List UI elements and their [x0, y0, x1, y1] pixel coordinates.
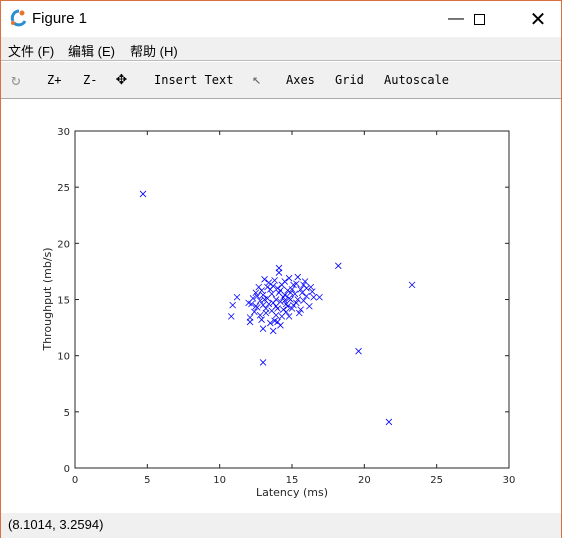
data-point-marker	[307, 283, 315, 291]
data-point-marker	[316, 293, 323, 301]
y-tick-label: 20	[57, 239, 70, 250]
data-point-marker	[258, 316, 265, 324]
axes-button[interactable]: Axes	[286, 73, 315, 87]
autoscale-button[interactable]: Autoscale	[384, 73, 449, 87]
maximize-button[interactable]	[456, 1, 502, 37]
octave-logo-icon	[10, 9, 27, 27]
status-bar: (8.1014, 3.2594)	[1, 513, 561, 538]
data-point-marker	[264, 283, 271, 291]
x-tick-label: 20	[358, 475, 371, 486]
data-point-marker	[275, 264, 283, 272]
data-point-marker	[258, 287, 265, 294]
data-point-marker	[278, 281, 286, 289]
cursor-coordinates: (8.1014, 3.2594)	[8, 517, 104, 532]
data-point-marker	[385, 418, 393, 426]
menu-file[interactable]: 文件 (F)	[8, 41, 54, 60]
data-point-marker	[294, 273, 302, 281]
menu-edit[interactable]: 编辑 (E)	[68, 41, 115, 60]
scatter-chart: 0 5 10 15 20 25 30 0 5 10 15 20 25 30 Latency (ms) Th…	[41, 127, 516, 499]
data-point-marker	[275, 289, 283, 297]
zoom-out-button[interactable]: Z-	[83, 73, 97, 87]
x-tick-label: 25	[430, 475, 443, 486]
data-point-marker	[265, 279, 273, 286]
data-point-marker	[139, 190, 147, 198]
grid-button[interactable]: Grid	[335, 73, 364, 87]
figure-window: Figure 1 — ✕ 文件 (F) 编辑 (E) 帮助 (H) ↻ Z+ Z…	[0, 0, 562, 538]
pan-icon[interactable]: ✥	[116, 68, 127, 89]
data-point-marker	[256, 311, 264, 319]
data-point-marker	[267, 286, 274, 293]
window-title: Figure 1	[32, 10, 88, 27]
y-tick-label: 15	[57, 296, 70, 307]
x-tick-label: 30	[503, 475, 516, 486]
toolbar: ↻ Z+ Z- ✥ Insert Text ↖ Axes Grid Autosc…	[1, 62, 561, 99]
y-axis-label: Throughput (mb/s)	[41, 247, 54, 351]
data-point-marker	[306, 302, 313, 310]
data-point-marker	[259, 325, 267, 332]
menu-help[interactable]: 帮助 (H)	[130, 41, 178, 60]
data-point-marker	[246, 314, 254, 321]
menu-bar: 文件 (F) 编辑 (E) 帮助 (H)	[1, 37, 561, 61]
data-point-marker	[227, 313, 235, 320]
y-tick-label: 25	[57, 183, 70, 194]
x-tick-label: 5	[144, 475, 150, 486]
data-point-marker	[310, 293, 317, 301]
data-point-marker	[285, 274, 293, 282]
data-point-marker	[233, 293, 241, 301]
data-point-marker	[268, 290, 276, 298]
data-point-marker	[261, 275, 268, 283]
data-point-marker	[229, 301, 236, 309]
data-point-marker	[272, 302, 280, 310]
data-point-marker	[272, 311, 280, 319]
close-button[interactable]: ✕	[515, 1, 561, 37]
data-point-marker	[335, 262, 342, 270]
data-point-marker	[269, 327, 277, 335]
data-point-marker	[259, 359, 267, 366]
data-point-marker	[277, 322, 284, 329]
rotate-icon[interactable]: ↻	[11, 70, 21, 89]
plot-area[interactable]: 0 5 10 15 20 25 30 0 5 10 15 20 25 30 Latency (ms) Th…	[1, 99, 561, 513]
x-tick-label: 10	[213, 475, 226, 486]
y-tick-label: 5	[64, 408, 70, 419]
data-point-marker	[308, 288, 316, 295]
maximize-icon	[473, 13, 485, 25]
y-tick-label: 0	[64, 464, 70, 475]
y-tick-label: 30	[57, 127, 70, 138]
insert-text-button[interactable]: Insert Text	[154, 73, 233, 87]
title-bar: Figure 1 — ✕	[1, 1, 561, 37]
data-point-marker	[271, 277, 278, 284]
pointer-icon[interactable]: ↖	[252, 70, 261, 88]
data-point-marker	[355, 347, 362, 355]
x-tick-label: 0	[72, 475, 78, 486]
data-point-marker	[408, 281, 416, 289]
x-axis-label: Latency (ms)	[256, 486, 328, 499]
zoom-in-button[interactable]: Z+	[47, 73, 61, 87]
x-tick-label: 15	[286, 475, 299, 486]
data-point-marker	[259, 291, 267, 299]
data-point-marker	[280, 306, 287, 313]
y-tick-label: 10	[57, 352, 70, 363]
close-icon: ✕	[529, 8, 547, 31]
axes-box	[74, 130, 510, 469]
